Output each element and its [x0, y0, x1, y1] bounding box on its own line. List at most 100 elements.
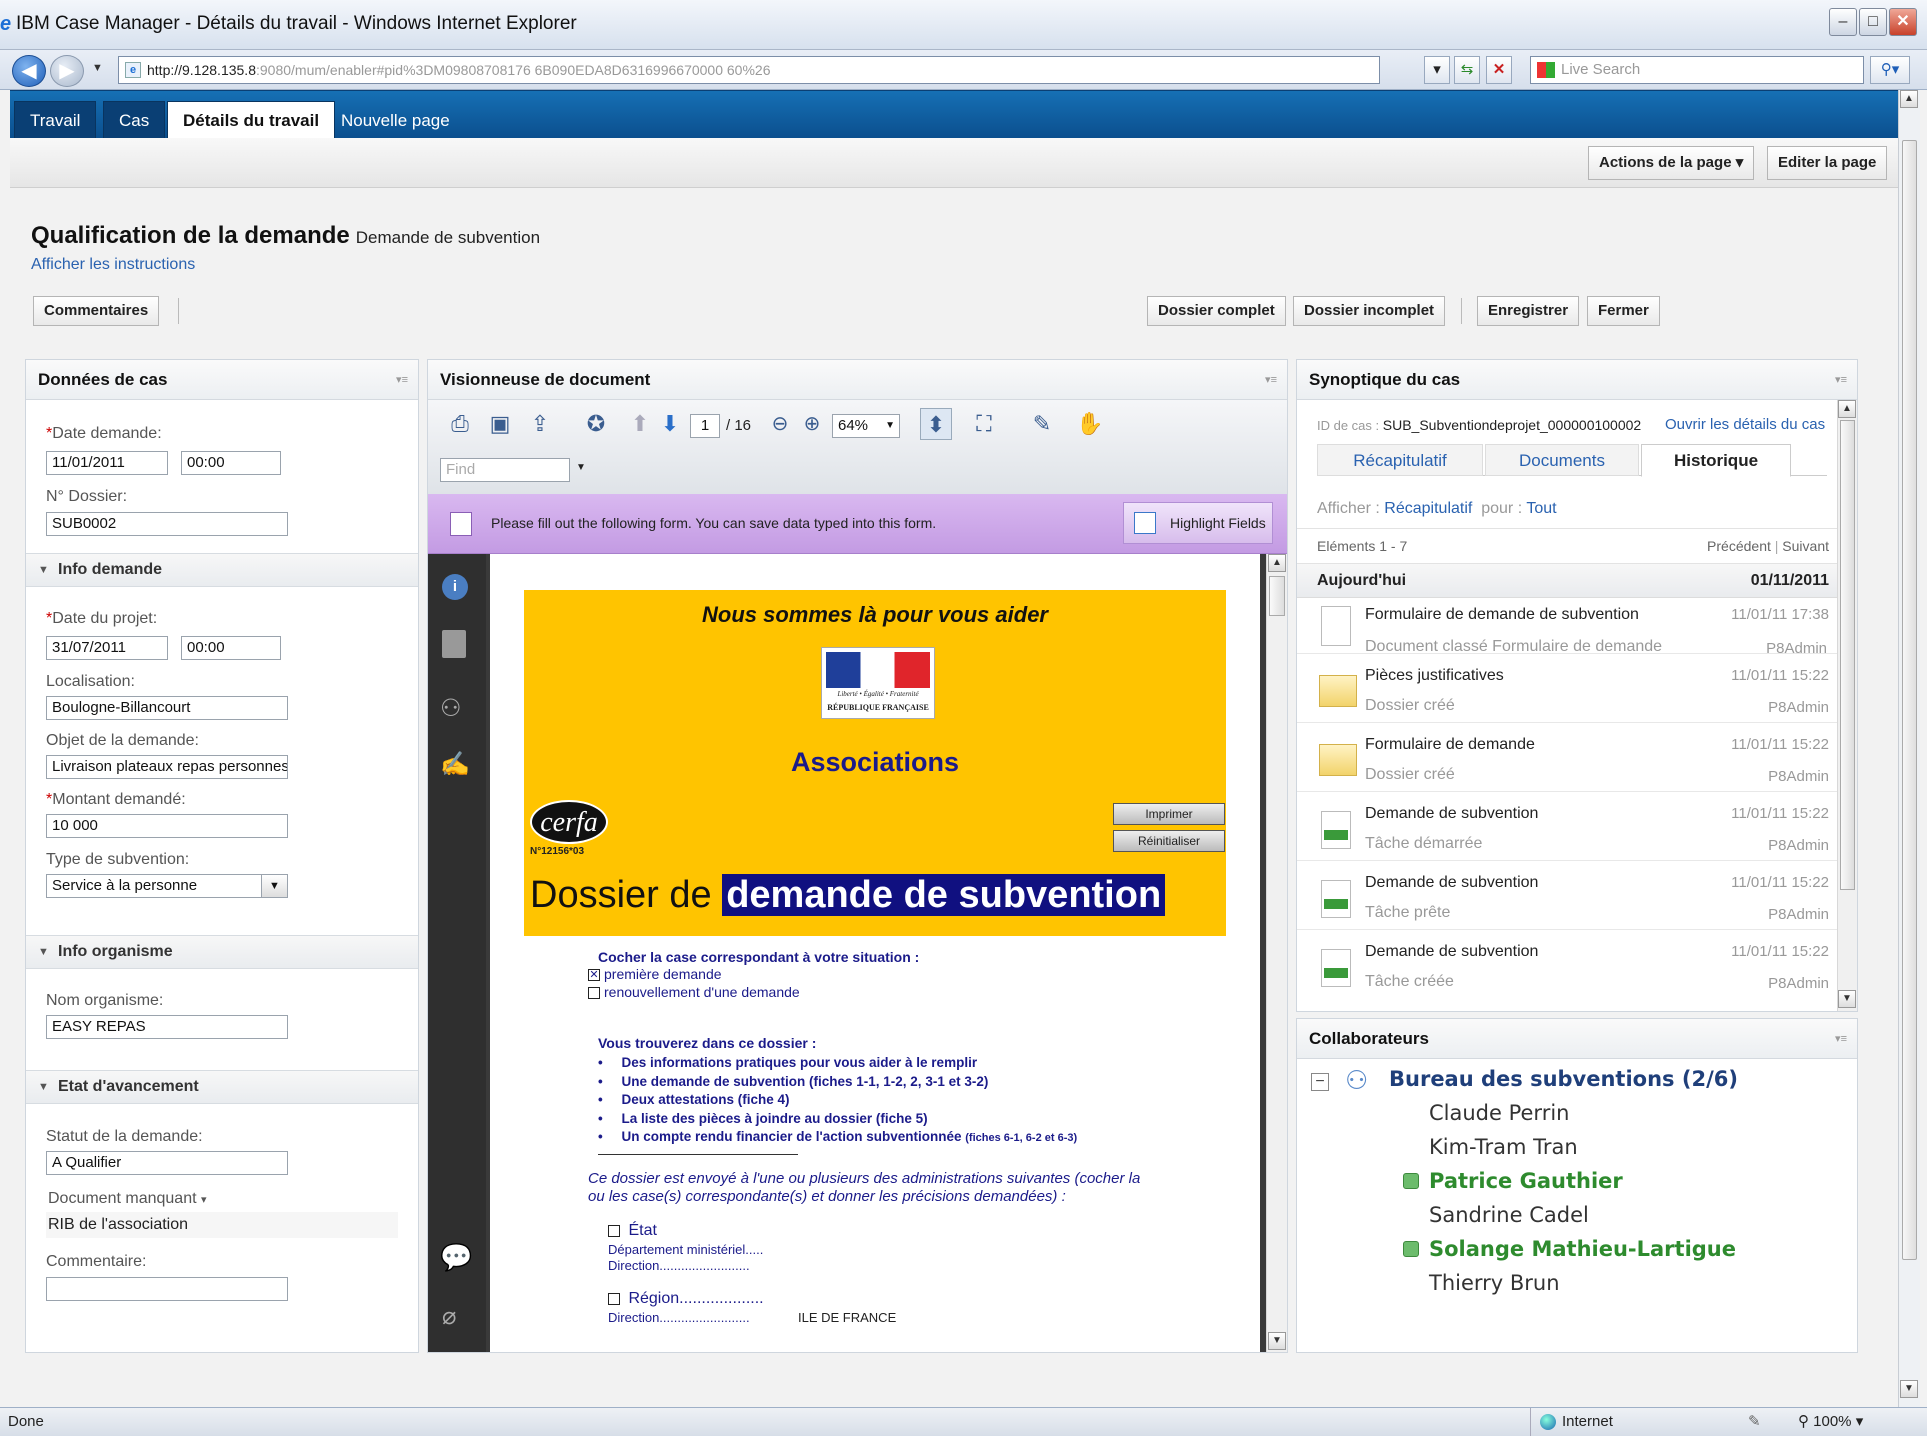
zoom-in-icon[interactable]: ⊕ [796, 408, 828, 440]
scroll-up-icon[interactable]: ▲ [1268, 554, 1286, 572]
binoculars-icon[interactable]: ⚇ [440, 694, 462, 723]
info-demande-section[interactable]: ▼ Info demande [26, 553, 418, 587]
pdf-reset-button[interactable]: Réinitialiser [1113, 830, 1225, 852]
panel-menu-icon[interactable]: ▾≡ [1835, 1019, 1847, 1059]
panel-menu-icon[interactable]: ▾≡ [396, 360, 408, 400]
etat-avancement-section[interactable]: ▼ Etat d'avancement [26, 1070, 418, 1104]
collaborator-item[interactable]: Patrice Gauthier [1429, 1169, 1623, 1193]
comments-icon[interactable]: 💬 [440, 1242, 472, 1273]
fit-width-icon[interactable]: ⬍ [920, 408, 952, 440]
find-dropdown-icon[interactable]: ▼ [576, 462, 586, 473]
checkbox-icon[interactable] [588, 987, 600, 1000]
close-button[interactable]: Fermer [1587, 296, 1660, 326]
checkbox-checked-icon[interactable]: ✕ [588, 969, 600, 982]
info-organisme-section[interactable]: ▼ Info organisme [26, 935, 418, 969]
missing-document-dropdown[interactable]: Document manquant ▾ [48, 1190, 207, 1208]
refresh-icon[interactable]: ⇆ [1454, 56, 1480, 84]
comment-input[interactable] [46, 1277, 288, 1301]
checkbox-icon[interactable] [608, 1292, 620, 1305]
page-number-input[interactable]: 1 [690, 414, 720, 438]
maximize-button[interactable]: □ [1859, 8, 1887, 36]
region-checkbox[interactable]: Région................... [608, 1290, 764, 1308]
back-button[interactable]: ◀ [12, 55, 46, 87]
pdf-scroll-thumb[interactable] [1269, 576, 1285, 616]
save-button[interactable]: Enregistrer [1477, 296, 1580, 326]
search-icon[interactable]: ⚲▾ [1870, 56, 1910, 84]
status-input[interactable]: A Qualifier [46, 1151, 288, 1175]
edit-page-button[interactable]: Editer la page [1767, 146, 1888, 180]
collaborator-item[interactable]: Solange Mathieu-Lartigue [1429, 1237, 1736, 1261]
panel-menu-icon[interactable]: ▾≡ [1265, 360, 1277, 400]
scroll-down-icon[interactable]: ▼ [1268, 1332, 1286, 1350]
collaborator-item[interactable]: Thierry Brun [1429, 1271, 1560, 1295]
collaborator-item[interactable]: Kim-Tram Tran [1429, 1135, 1578, 1159]
show-instructions-link[interactable]: Afficher les instructions [31, 256, 195, 274]
scroll-down-icon[interactable]: ▼ [1838, 990, 1856, 1008]
tab-details-du-travail[interactable]: Détails du travail [167, 101, 336, 139]
complete-file-button[interactable]: Dossier complet [1147, 296, 1286, 326]
summary-scroll-thumb[interactable] [1840, 420, 1855, 890]
pages-icon[interactable] [442, 630, 466, 658]
forward-button[interactable]: ▶ [50, 55, 84, 87]
close-window-button[interactable]: ✕ [1889, 8, 1917, 36]
project-time-input[interactable]: 00:00 [181, 636, 281, 660]
summary-scrollbar[interactable]: ▲ ▼ [1837, 400, 1857, 1011]
collaborator-item[interactable]: Claude Perrin [1429, 1101, 1569, 1125]
history-row[interactable]: Demande de subvention 11/01/11 15:22 Tâc… [1297, 805, 1837, 861]
time-input[interactable]: 00:00 [181, 451, 281, 475]
attachment-icon[interactable]: ⌀ [442, 1302, 456, 1331]
url-dropdown-icon[interactable]: ▾ [1424, 56, 1450, 84]
location-input[interactable]: Boulogne-Billancourt [46, 696, 288, 720]
org-input[interactable]: EASY REPAS [46, 1015, 288, 1039]
tab-travail[interactable]: Travail [14, 101, 97, 139]
protected-mode-icon[interactable]: ✎ [1748, 1408, 1761, 1436]
browser-scrollbar[interactable]: ▲ ▼ [1898, 90, 1920, 1407]
comment-tool-icon[interactable]: ✋ [1074, 408, 1106, 440]
tab-historique[interactable]: Historique [1641, 444, 1791, 477]
renewal-checkbox[interactable]: renouvellement d'une demande [588, 984, 800, 1000]
sign-icon[interactable]: ✪ [580, 408, 612, 440]
incomplete-file-button[interactable]: Dossier incomplet [1293, 296, 1446, 326]
dossier-input[interactable]: SUB0002 [46, 512, 288, 536]
live-search-input[interactable]: Live Search [1530, 56, 1864, 84]
highlight-fields-button[interactable]: Highlight Fields [1123, 502, 1273, 544]
filter-scope-link[interactable]: Tout [1526, 500, 1556, 517]
fit-page-icon[interactable]: ⛶ [968, 408, 1000, 440]
scroll-up-icon[interactable]: ▲ [1900, 90, 1918, 108]
tab-documents[interactable]: Documents [1485, 444, 1639, 476]
tab-recapitulatif[interactable]: Récapitulatif [1317, 444, 1483, 476]
pdf-scrollbar[interactable]: ▲ ▼ [1266, 554, 1287, 1352]
pdf-print-button[interactable]: Imprimer [1113, 803, 1225, 825]
collapse-arrow-icon[interactable]: ▼ [38, 554, 49, 586]
collapse-group-icon[interactable]: − [1311, 1073, 1329, 1091]
collapse-arrow-icon[interactable]: ▼ [38, 1071, 49, 1103]
collaborator-item[interactable]: Sandrine Cadel [1429, 1203, 1589, 1227]
first-request-checkbox[interactable]: ✕ première demande [588, 966, 722, 982]
chevron-down-icon[interactable]: ▼ [261, 875, 287, 897]
page-actions-button[interactable]: Actions de la page ▾ [1588, 146, 1755, 180]
zoom-out-icon[interactable]: ⊖ [764, 408, 796, 440]
previous-link[interactable]: Précédent [1707, 538, 1771, 554]
next-page-icon[interactable]: ⬇ [654, 408, 686, 440]
checkbox-icon[interactable] [608, 1224, 620, 1237]
zoom-select[interactable]: 64% ▼ [832, 414, 900, 438]
save-icon[interactable]: ▣ [484, 408, 516, 440]
object-input[interactable]: Livraison plateaux repas personnes ag [46, 755, 288, 779]
browser-scroll-thumb[interactable] [1902, 140, 1917, 1260]
find-input[interactable]: Find [440, 458, 570, 482]
previous-page-icon[interactable]: ⬆ [624, 408, 656, 440]
stop-icon[interactable]: ✕ [1486, 56, 1512, 84]
history-row[interactable]: Demande de subvention 11/01/11 15:22 Tâc… [1297, 874, 1837, 930]
type-select[interactable]: Service à la personne ▼ [46, 874, 288, 898]
pen-tool-icon[interactable]: ✎ [1026, 408, 1058, 440]
project-date-input[interactable]: 31/07/2011 [46, 636, 168, 660]
history-row[interactable]: Pièces justificatives 11/01/11 15:22 Dos… [1297, 667, 1837, 723]
minimize-button[interactable]: – [1829, 8, 1857, 36]
url-input[interactable]: e http://9.128.135.8:9080/mum/enabler#pi… [118, 56, 1380, 84]
history-row[interactable]: Formulaire de demande 11/01/11 15:22 Dos… [1297, 736, 1837, 792]
zoom-level[interactable]: ⚲ 100% ▾ [1798, 1408, 1863, 1436]
tab-cas[interactable]: Cas [103, 101, 166, 139]
filter-type-link[interactable]: Récapitulatif [1384, 500, 1472, 517]
open-case-details-link[interactable]: Ouvrir les détails du cas [1665, 416, 1825, 433]
print-icon[interactable]: ⎙ [444, 408, 476, 440]
